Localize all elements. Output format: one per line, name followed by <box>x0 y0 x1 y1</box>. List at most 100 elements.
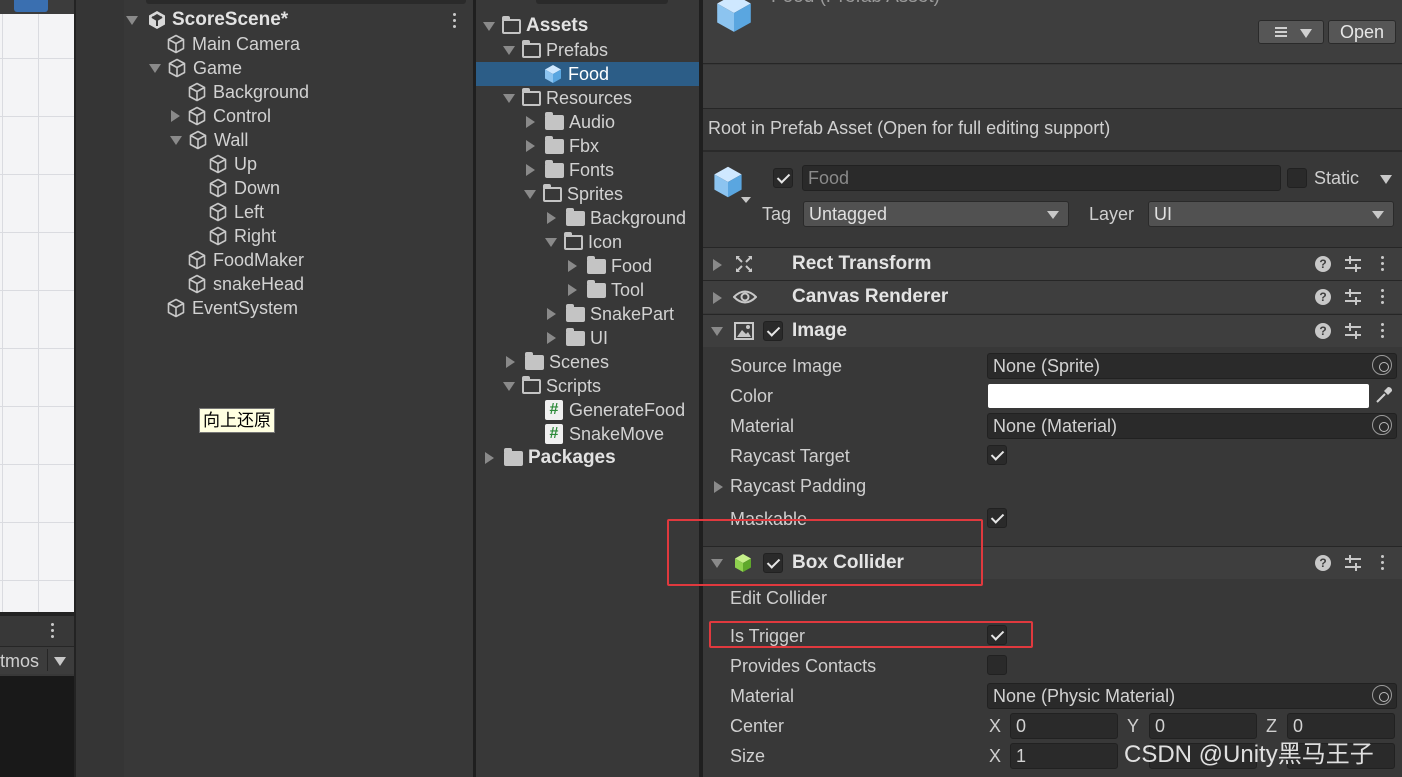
expand-icon[interactable] <box>526 164 535 176</box>
expand-icon[interactable] <box>524 189 536 199</box>
object-picker-icon[interactable] <box>1372 355 1392 375</box>
project-item-sprites[interactable]: Sprites <box>524 182 623 206</box>
source-image-field[interactable]: None (Sprite) <box>987 353 1397 379</box>
expand-icon[interactable] <box>483 21 495 31</box>
image-enabled-checkbox[interactable] <box>763 321 783 341</box>
active-checkbox[interactable] <box>773 168 793 188</box>
hierarchy-search[interactable] <box>146 0 466 4</box>
expand-icon[interactable] <box>526 116 535 128</box>
expand-icon[interactable] <box>545 237 557 247</box>
expand-icon[interactable] <box>503 381 515 391</box>
expand-icon[interactable] <box>171 110 180 122</box>
project-item-assets[interactable]: Assets <box>483 14 588 38</box>
expand-icon[interactable] <box>547 212 556 224</box>
expand-icon[interactable] <box>503 45 515 55</box>
project-item-fbx[interactable]: Fbx <box>526 134 599 158</box>
more-icon[interactable] <box>1381 289 1385 307</box>
more-icon[interactable] <box>1381 256 1385 274</box>
help-icon[interactable]: ? <box>1315 256 1331 272</box>
eyedropper-icon[interactable] <box>1374 385 1394 410</box>
project-item-sprites-background[interactable]: Background <box>547 206 686 230</box>
raycast-target-checkbox[interactable] <box>987 445 1007 465</box>
expand-icon[interactable] <box>568 260 577 272</box>
maskable-checkbox[interactable] <box>987 508 1007 528</box>
tag-dropdown[interactable]: Untagged <box>803 201 1069 227</box>
static-dropdown-icon[interactable] <box>1380 175 1392 184</box>
project-item-snakepart[interactable]: SnakePart <box>547 302 674 326</box>
expand-icon[interactable] <box>547 308 556 320</box>
open-button[interactable]: Open <box>1328 20 1396 44</box>
scene-view[interactable] <box>0 0 74 612</box>
component-rect-transform[interactable]: Rect Transform ? <box>703 247 1402 280</box>
project-item-scripts[interactable]: Scripts <box>503 374 601 398</box>
size-x-label[interactable]: X <box>989 746 1001 767</box>
expand-icon[interactable] <box>547 332 556 344</box>
preset-icon[interactable] <box>1345 555 1361 571</box>
hierarchy-item-eventsystem[interactable]: EventSystem <box>166 296 298 320</box>
project-item-ui[interactable]: UI <box>547 326 608 350</box>
component-image[interactable]: Image ? <box>703 314 1402 347</box>
more-icon[interactable] <box>1381 323 1385 341</box>
object-name-field[interactable]: Food <box>802 165 1281 191</box>
help-icon[interactable]: ? <box>1315 289 1331 305</box>
collider-material-field[interactable]: None (Physic Material) <box>987 683 1397 709</box>
provides-contacts-checkbox[interactable] <box>987 655 1007 675</box>
project-item-audio[interactable]: Audio <box>526 110 615 134</box>
preset-icon[interactable] <box>1345 323 1361 339</box>
static-checkbox[interactable] <box>1287 168 1307 188</box>
component-canvas-renderer[interactable]: Canvas Renderer ? <box>703 280 1402 313</box>
hierarchy-item-control[interactable]: Control <box>171 104 271 128</box>
more-icon[interactable] <box>1381 555 1385 573</box>
hierarchy-item-right[interactable]: Right <box>208 224 276 248</box>
size-x-field[interactable]: 1 <box>1010 743 1118 769</box>
preset-icon[interactable] <box>1345 256 1361 272</box>
project-item-food-prefab[interactable]: Food <box>543 62 609 86</box>
hierarchy-item-snakehead[interactable]: snakeHead <box>187 272 304 296</box>
help-icon[interactable]: ? <box>1315 555 1331 571</box>
hierarchy-item-main-camera[interactable]: Main Camera <box>166 32 300 56</box>
project-item-fonts[interactable]: Fonts <box>526 158 614 182</box>
layer-dropdown[interactable]: UI <box>1148 201 1394 227</box>
hierarchy-item-down[interactable]: Down <box>208 176 280 200</box>
hierarchy-item-foodmaker[interactable]: FoodMaker <box>187 248 304 272</box>
center-x-label[interactable]: X <box>989 716 1001 737</box>
hierarchy-item-left[interactable]: Left <box>208 200 264 224</box>
hierarchy-item-wall[interactable]: Wall <box>170 128 248 152</box>
expand-icon[interactable] <box>506 356 515 368</box>
expand-icon[interactable] <box>568 284 577 296</box>
object-picker-icon[interactable] <box>1372 685 1392 705</box>
expand-icon[interactable] <box>713 259 722 271</box>
more-icon[interactable] <box>51 623 55 641</box>
hierarchy-item-game[interactable]: Game <box>149 56 242 80</box>
project-item-icon[interactable]: Icon <box>545 230 622 254</box>
project-item-scenes[interactable]: Scenes <box>506 350 609 374</box>
object-picker-icon[interactable] <box>1372 415 1392 435</box>
expand-icon[interactable] <box>713 292 722 304</box>
preset-icon[interactable] <box>1345 289 1361 305</box>
scene-row[interactable]: ScoreScene* <box>126 8 288 32</box>
project-item-packages[interactable]: Packages <box>485 446 616 470</box>
project-item-icon-food[interactable]: Food <box>568 254 652 278</box>
hierarchy-item-background[interactable]: Background <box>187 80 309 104</box>
expand-icon[interactable] <box>170 135 182 145</box>
material-field[interactable]: None (Material) <box>987 413 1397 439</box>
color-swatch[interactable] <box>988 384 1369 408</box>
raycast-padding-expand-icon[interactable] <box>714 481 723 493</box>
expand-icon[interactable] <box>711 327 723 336</box>
expand-icon[interactable] <box>503 93 515 103</box>
expand-icon[interactable] <box>485 452 494 464</box>
expand-icon[interactable] <box>526 140 535 152</box>
gizmos-dropdown-icon[interactable] <box>54 657 66 666</box>
center-x-field[interactable]: 0 <box>1010 713 1118 739</box>
help-icon[interactable]: ? <box>1315 323 1331 339</box>
project-item-tool[interactable]: Tool <box>568 278 644 302</box>
gizmo-button[interactable] <box>14 0 48 12</box>
raycast-padding-label[interactable]: Raycast Padding <box>730 476 866 497</box>
hierarchy-item-up[interactable]: Up <box>208 152 257 176</box>
expand-icon[interactable] <box>149 63 161 73</box>
project-search[interactable] <box>536 0 668 4</box>
gizmos-button[interactable]: tmos <box>0 651 39 672</box>
project-item-resources[interactable]: Resources <box>503 86 632 110</box>
project-item-prefabs[interactable]: Prefabs <box>503 38 608 62</box>
hierarchy-more-icon[interactable] <box>453 13 457 31</box>
